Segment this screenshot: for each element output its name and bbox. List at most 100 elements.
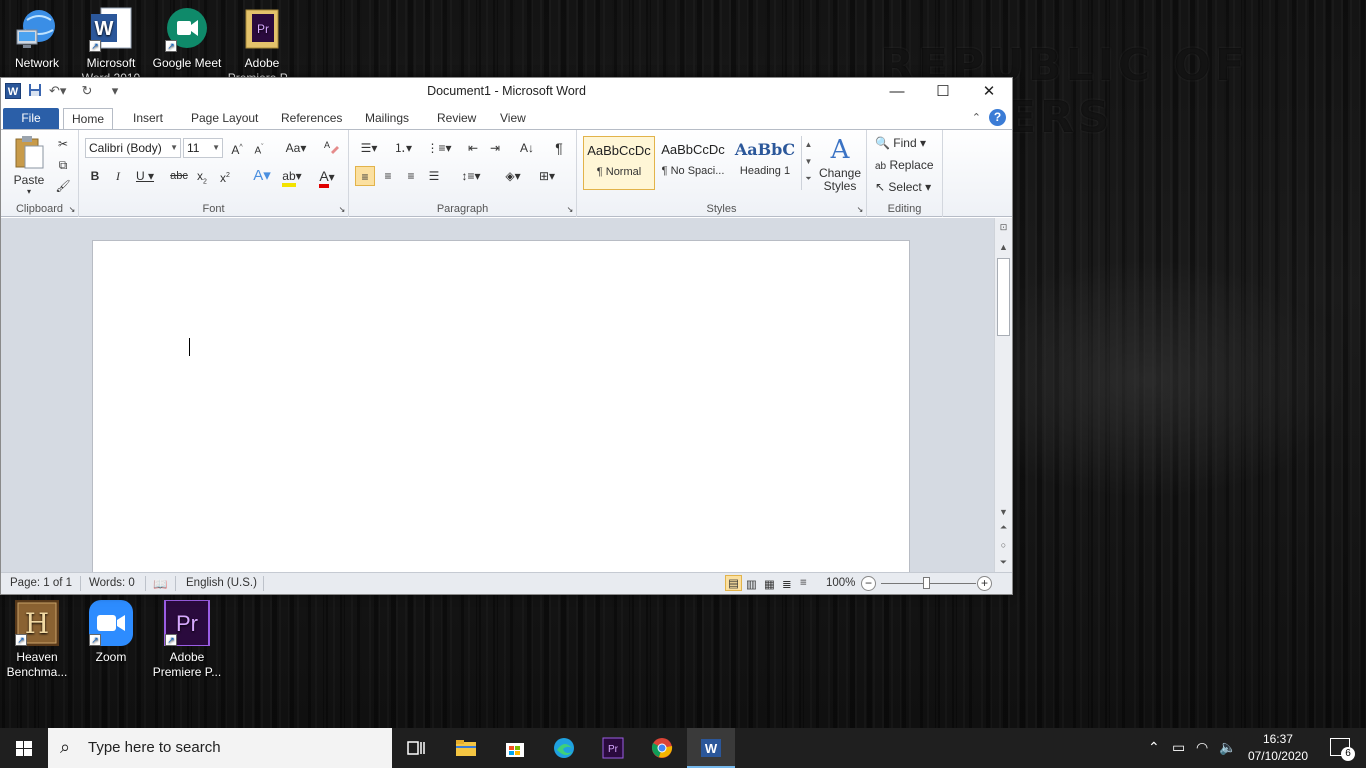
borders-icon[interactable]: ⊞▾: [533, 166, 561, 186]
justify-icon[interactable]: ☰: [424, 166, 444, 186]
dialog-launcher-icon[interactable]: ↘: [336, 204, 348, 216]
copy-icon[interactable]: ⧉: [53, 155, 73, 175]
tab-page-layout[interactable]: Page Layout: [183, 108, 266, 130]
shrink-font-icon[interactable]: Aˇ: [249, 138, 269, 158]
dialog-launcher-icon[interactable]: ↘: [564, 204, 576, 216]
tab-insert[interactable]: Insert: [125, 108, 171, 130]
scrollbar-thumb[interactable]: [997, 258, 1010, 336]
underline-icon[interactable]: U ▾: [131, 166, 159, 186]
print-layout-view-icon[interactable]: ▤: [725, 575, 742, 591]
browse-object-icon[interactable]: ○: [995, 538, 1012, 552]
close-button[interactable]: ✕: [966, 78, 1012, 106]
help-icon[interactable]: ?: [989, 109, 1006, 126]
font-color-icon[interactable]: A▾: [313, 166, 341, 188]
show-hidden-icons-icon[interactable]: ⌃: [1148, 739, 1160, 756]
format-painter-icon[interactable]: 🖌: [53, 176, 73, 196]
tab-mailings[interactable]: Mailings: [357, 108, 417, 130]
next-page-icon[interactable]: ⏷: [995, 555, 1012, 569]
scroll-down-icon[interactable]: ▼: [995, 505, 1012, 519]
zoom-slider-thumb[interactable]: [923, 577, 930, 589]
grow-font-icon[interactable]: A^: [227, 138, 247, 158]
desktop-icon-google-meet[interactable]: ↗ Google Meet: [150, 6, 224, 71]
desktop-icon-premiere[interactable]: Pr ↗ Adobe Premiere P...: [150, 599, 224, 680]
dialog-launcher-icon[interactable]: ↘: [66, 204, 78, 216]
page-count[interactable]: Page: 1 of 1: [10, 577, 72, 589]
font-family-select[interactable]: Calibri (Body) ▼: [85, 138, 181, 158]
highlight-color-icon[interactable]: ab▾: [277, 166, 307, 187]
tab-references[interactable]: References: [273, 108, 350, 130]
start-button[interactable]: [0, 728, 48, 768]
superscript-icon[interactable]: x2: [215, 166, 235, 186]
taskbar-store[interactable]: [491, 728, 539, 768]
scroll-up-icon[interactable]: ▲: [995, 240, 1012, 254]
document-page[interactable]: [92, 240, 910, 573]
draft-view-icon[interactable]: ≡: [800, 577, 807, 589]
align-left-icon[interactable]: ≡: [355, 166, 375, 186]
line-spacing-icon[interactable]: ↕≡▾: [457, 166, 485, 186]
taskbar-premiere[interactable]: Pr: [589, 728, 637, 768]
taskbar-file-explorer[interactable]: [442, 728, 490, 768]
strikethrough-icon[interactable]: abc: [169, 166, 189, 186]
zoom-out-icon[interactable]: −: [861, 576, 876, 591]
style-no-spacing[interactable]: AaBbCcDc ¶ No Spaci...: [657, 136, 729, 190]
cut-icon[interactable]: ✂: [53, 134, 73, 154]
change-styles-button[interactable]: A Change Styles: [817, 134, 863, 193]
full-screen-reading-icon[interactable]: ▥: [746, 577, 757, 591]
taskbar-search-box[interactable]: ⌕ Type here to search: [48, 728, 392, 768]
tab-review[interactable]: Review: [429, 108, 484, 130]
sort-icon[interactable]: A↓: [517, 138, 537, 158]
taskbar-edge[interactable]: [540, 728, 588, 768]
align-right-icon[interactable]: ≡: [401, 166, 421, 186]
style-heading-1[interactable]: AaBbC Heading 1: [729, 136, 801, 190]
zoom-level[interactable]: 100%: [826, 577, 855, 589]
increase-indent-icon[interactable]: ⇥: [485, 138, 505, 158]
tab-home[interactable]: Home: [63, 108, 114, 130]
subscript-icon[interactable]: x2: [192, 166, 212, 186]
change-case-icon[interactable]: Aa▾: [283, 138, 309, 158]
bullets-icon[interactable]: ☰▾: [355, 138, 383, 158]
replace-button[interactable]: ab Replace: [875, 158, 934, 172]
proofing-icon[interactable]: 📖: [153, 577, 167, 591]
select-button[interactable]: ↖ Select ▾: [875, 180, 931, 194]
decrease-indent-icon[interactable]: ⇤: [463, 138, 483, 158]
language[interactable]: English (U.S.): [186, 577, 257, 589]
bold-icon[interactable]: B: [85, 166, 105, 186]
tab-file[interactable]: File: [3, 108, 59, 130]
wifi-icon[interactable]: ◠: [1196, 739, 1208, 756]
battery-icon[interactable]: ▭: [1172, 739, 1185, 756]
styles-gallery-scroll[interactable]: ▲ ▼ ⏷: [801, 136, 815, 190]
view-ruler-icon[interactable]: ⊡: [995, 220, 1012, 234]
desktop-icon-word[interactable]: W ↗ Microsoft Word 2010: [74, 6, 148, 78]
text-effects-icon[interactable]: A▾: [249, 166, 275, 186]
maximize-button[interactable]: ☐: [920, 78, 966, 106]
vertical-scrollbar[interactable]: ⊡ ▲ ▼ ⏶ ○ ⏷: [994, 218, 1012, 573]
desktop-icon-adobe-folder[interactable]: Pr Adobe Premiere P...: [225, 6, 299, 78]
desktop-icon-heaven[interactable]: H ↗ Heaven Benchma...: [0, 600, 74, 680]
minimize-ribbon-icon[interactable]: ⌃: [972, 111, 981, 124]
taskbar-word[interactable]: W: [687, 728, 735, 768]
numbering-icon[interactable]: ⒈▾: [389, 138, 417, 158]
task-view-button[interactable]: [392, 728, 440, 768]
find-button[interactable]: 🔍 Find ▾: [875, 136, 926, 150]
desktop-icon-network[interactable]: Network: [0, 6, 74, 71]
word-count[interactable]: Words: 0: [89, 577, 135, 589]
multilevel-list-icon[interactable]: ⋮≡▾: [425, 138, 453, 158]
font-size-select[interactable]: 11 ▼: [183, 138, 223, 158]
dialog-launcher-icon[interactable]: ↘: [854, 204, 866, 216]
notifications-icon[interactable]: 6: [1330, 738, 1355, 761]
clear-formatting-icon[interactable]: A: [321, 138, 341, 158]
clock[interactable]: 16:37 07/10/2020: [1248, 731, 1308, 765]
tab-view[interactable]: View: [492, 108, 534, 130]
paste-button[interactable]: Paste ▾: [7, 134, 51, 196]
style-normal[interactable]: AaBbCcDc ¶ Normal: [583, 136, 655, 190]
shading-icon[interactable]: ◈▾: [499, 166, 527, 186]
zoom-in-icon[interactable]: +: [977, 576, 992, 591]
align-center-icon[interactable]: ≡: [378, 166, 398, 186]
outline-view-icon[interactable]: ≣: [782, 577, 792, 591]
web-layout-icon[interactable]: ▦: [764, 577, 775, 591]
italic-icon[interactable]: I: [108, 166, 128, 186]
desktop-icon-zoom[interactable]: ↗ Zoom: [74, 600, 148, 665]
show-formatting-marks-icon[interactable]: ¶: [549, 138, 569, 158]
taskbar-chrome[interactable]: [638, 728, 686, 768]
previous-page-icon[interactable]: ⏶: [995, 520, 1012, 534]
